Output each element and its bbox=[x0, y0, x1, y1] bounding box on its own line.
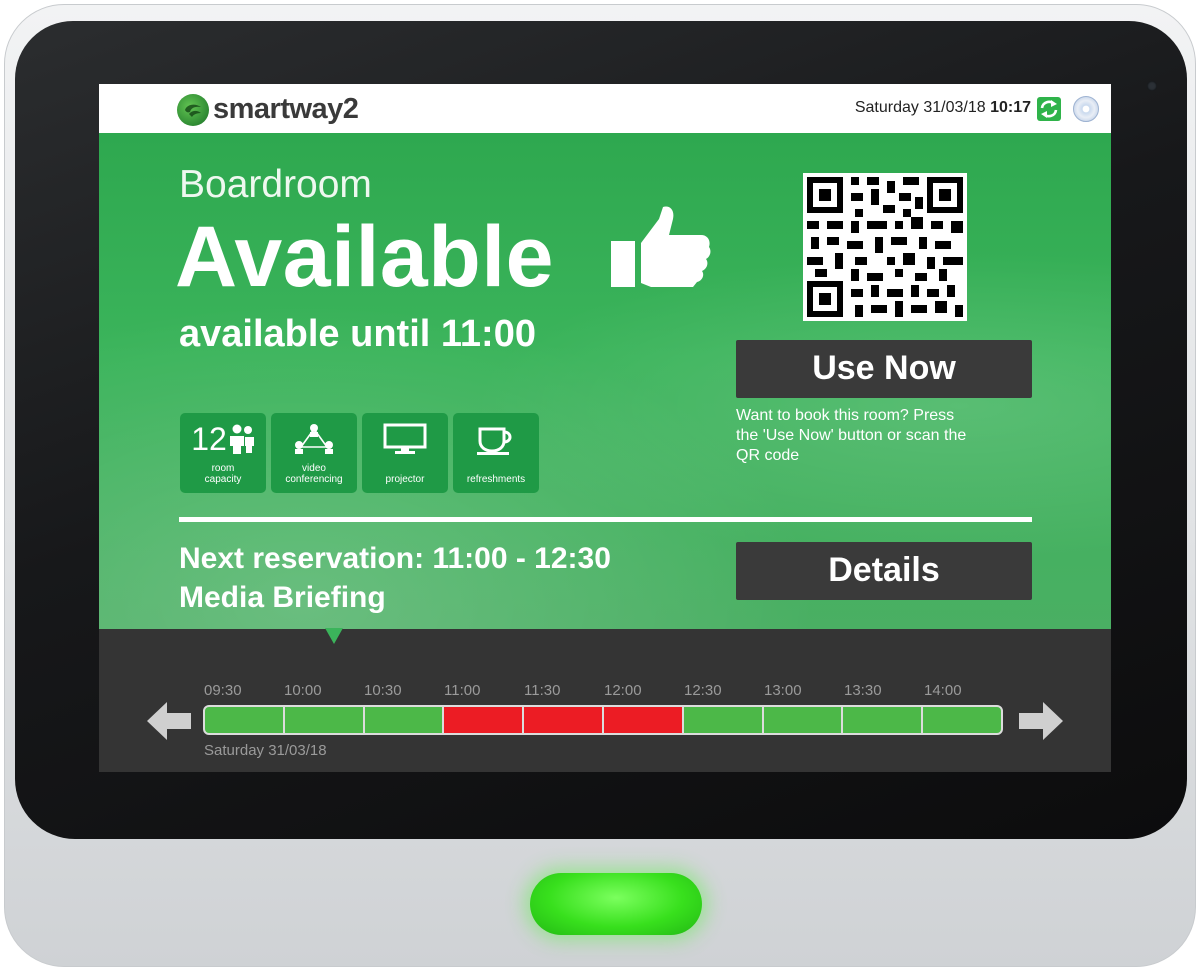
timeline-slot-free[interactable] bbox=[763, 707, 842, 733]
next-reservation-title: Media Briefing bbox=[179, 581, 386, 614]
timeline-slot-booked[interactable] bbox=[603, 707, 682, 733]
timeline-time-label: 10:00 bbox=[284, 682, 322, 699]
feature-label: video bbox=[302, 463, 326, 474]
room-name: Boardroom bbox=[179, 163, 372, 206]
capacity-number: 12 bbox=[191, 420, 227, 457]
feature-room-capacity: 12 room capacity bbox=[180, 413, 266, 493]
status-panel: Boardroom Available available until 11:0… bbox=[99, 133, 1111, 629]
timeline-date: Saturday 31/03/18 bbox=[204, 742, 327, 759]
brand-logo: smartway2 bbox=[177, 93, 359, 126]
timeline-time-label: 09:30 bbox=[204, 682, 242, 699]
arrow-right-icon[interactable] bbox=[1019, 702, 1063, 740]
arrow-left-icon[interactable] bbox=[147, 702, 191, 740]
timeline-slot-free[interactable] bbox=[284, 707, 363, 733]
timeline-bar[interactable] bbox=[203, 705, 1003, 735]
feature-video-conferencing: video conferencing bbox=[271, 413, 357, 493]
timeline-slot-free[interactable] bbox=[205, 707, 283, 733]
top-bar: smartway2 Saturday 31/03/18 10:17 bbox=[99, 84, 1111, 133]
tablet-device: smartway2 Saturday 31/03/18 10:17 Boardr… bbox=[4, 4, 1196, 967]
timeline-time-label: 14:00 bbox=[924, 682, 962, 699]
header-date: Saturday 31/03/18 bbox=[854, 99, 986, 116]
room-features: 12 room capacity video conferencing proj… bbox=[180, 413, 539, 493]
header-time: 10:17 bbox=[990, 99, 1031, 116]
room-display-screen: smartway2 Saturday 31/03/18 10:17 Boardr… bbox=[99, 84, 1111, 772]
timeline-time-label: 12:00 bbox=[604, 682, 642, 699]
booking-hint-line: QR code bbox=[736, 447, 800, 464]
network-icon bbox=[295, 424, 333, 454]
feature-label: room bbox=[211, 463, 235, 474]
timeline-time-label: 11:30 bbox=[524, 682, 561, 699]
panel-divider bbox=[179, 517, 1032, 522]
header-datetime: Saturday 31/03/18 10:17 bbox=[855, 99, 1031, 117]
camera-icon bbox=[1147, 81, 1157, 91]
logo-icon bbox=[177, 93, 209, 126]
feature-label: refreshments bbox=[466, 474, 526, 485]
timeline-slot-booked[interactable] bbox=[444, 707, 523, 733]
feature-label: conferencing bbox=[285, 474, 343, 485]
timeline-slot-free[interactable] bbox=[923, 707, 1001, 733]
disc-icon[interactable] bbox=[1073, 96, 1099, 122]
timeline-time-label: 10:30 bbox=[364, 682, 402, 699]
room-status: Available bbox=[175, 209, 554, 305]
available-until: available until 11:00 bbox=[179, 313, 536, 355]
use-now-button[interactable]: Use Now bbox=[736, 340, 1032, 398]
feature-refreshments: refreshments bbox=[453, 413, 539, 493]
timeline-time-label: 11:00 bbox=[444, 682, 481, 699]
feature-projector: projector bbox=[362, 413, 448, 493]
timeline-time-label: 12:30 bbox=[684, 682, 722, 699]
next-reservation-time: Next reservation: 11:00 - 12:30 bbox=[179, 542, 611, 575]
next-reservation: Next reservation: 11:00 - 12:30 Media Br… bbox=[179, 539, 611, 617]
current-time-marker bbox=[325, 628, 343, 644]
thumbs-up-icon bbox=[611, 205, 711, 291]
timeline-slot-free[interactable] bbox=[683, 707, 762, 733]
booking-hint-line: Want to book this room? Press bbox=[736, 407, 955, 424]
coffee-cup-icon bbox=[477, 427, 512, 455]
timeline-time-label: 13:30 bbox=[844, 682, 882, 699]
timeline-slot-free[interactable] bbox=[843, 707, 922, 733]
timeline-slot-booked[interactable] bbox=[524, 707, 602, 733]
timeline-time-label: 13:00 bbox=[764, 682, 802, 699]
booking-hint: Want to book this room? Press the 'Use N… bbox=[736, 406, 1036, 466]
status-led bbox=[530, 873, 702, 935]
qr-code[interactable] bbox=[803, 173, 967, 321]
refresh-icon[interactable] bbox=[1037, 97, 1061, 121]
details-button[interactable]: Details bbox=[736, 542, 1032, 600]
feature-label: projector bbox=[385, 474, 425, 485]
timeline-slot-free[interactable] bbox=[364, 707, 443, 733]
booking-hint-line: the 'Use Now' button or scan the bbox=[736, 427, 967, 444]
people-icon bbox=[229, 424, 254, 454]
feature-label: capacity bbox=[204, 474, 242, 485]
brand-name: smartway2 bbox=[213, 93, 359, 125]
monitor-icon bbox=[383, 423, 427, 454]
screen-bezel: smartway2 Saturday 31/03/18 10:17 Boardr… bbox=[15, 21, 1187, 839]
